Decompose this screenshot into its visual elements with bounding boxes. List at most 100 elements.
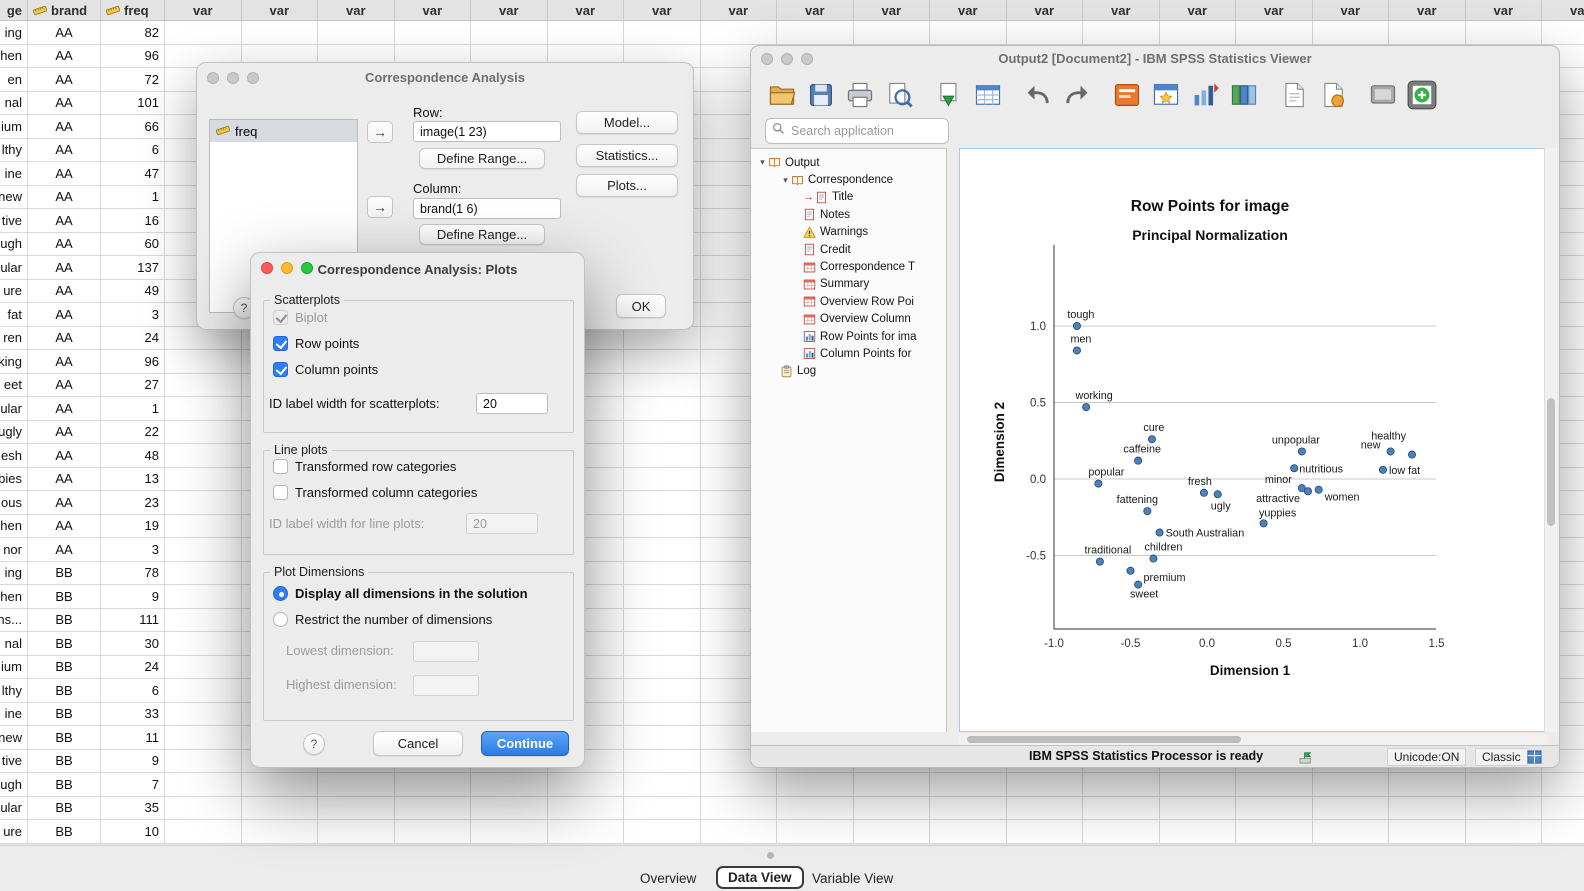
cell-empty[interactable] [1083, 797, 1160, 821]
cell-empty[interactable] [1542, 797, 1584, 821]
cell-image[interactable]: ing [0, 21, 28, 45]
cell-brand[interactable]: AA [28, 256, 101, 280]
cell-empty[interactable] [1236, 773, 1313, 797]
tree-item-summary[interactable]: Summary [751, 276, 946, 293]
cell-freq[interactable]: 60 [101, 233, 165, 257]
output-content-area[interactable]: Row Points for imagePrincipal Normalizat… [959, 148, 1547, 732]
ok-button[interactable]: OK [616, 294, 666, 318]
cell-freq[interactable]: 66 [101, 115, 165, 139]
cell-empty[interactable] [1542, 21, 1584, 45]
cell-empty[interactable] [1542, 820, 1584, 844]
scrollbar-thumb[interactable] [1547, 398, 1555, 526]
list-item-freq[interactable]: freq [210, 120, 357, 142]
cell-empty[interactable] [548, 820, 625, 844]
cell-empty[interactable] [165, 609, 242, 633]
cell-image[interactable]: bies [0, 468, 28, 492]
cell-empty[interactable] [471, 797, 548, 821]
cell-image[interactable]: hen [0, 515, 28, 539]
header-cell-brand[interactable]: brand [28, 0, 101, 21]
cell-freq[interactable]: 9 [101, 585, 165, 609]
cell-brand[interactable]: AA [28, 491, 101, 515]
cell-empty[interactable] [624, 820, 701, 844]
plots-button[interactable]: Plots... [576, 174, 678, 197]
cell-empty[interactable] [318, 773, 395, 797]
header-cell-var[interactable]: var [395, 0, 472, 21]
cell-empty[interactable] [930, 21, 1007, 45]
cell-empty[interactable] [1313, 820, 1390, 844]
cell-empty[interactable] [242, 773, 319, 797]
cell-image[interactable]: ine [0, 162, 28, 186]
cell-empty[interactable] [395, 797, 472, 821]
biplot-checkbox[interactable] [273, 310, 288, 325]
tab-overview[interactable]: Overview [640, 871, 696, 886]
cell-image[interactable]: en [0, 68, 28, 92]
disclosure-triangle-icon[interactable]: ▾ [757, 157, 768, 168]
cell-empty[interactable] [165, 444, 242, 468]
cell-empty[interactable] [777, 797, 854, 821]
cell-empty[interactable] [1389, 21, 1466, 45]
tree-item-row-points-for-ima[interactable]: Row Points for ima [751, 328, 946, 345]
header-cell-var[interactable]: var [1160, 0, 1237, 21]
cell-freq[interactable]: 96 [101, 350, 165, 374]
cell-empty[interactable] [165, 468, 242, 492]
cell-image[interactable]: ugh [0, 773, 28, 797]
header-cell-var[interactable]: var [471, 0, 548, 21]
cell-brand[interactable]: AA [28, 374, 101, 398]
cell-empty[interactable] [624, 21, 701, 45]
undo-icon[interactable] [1023, 80, 1053, 110]
cell-empty[interactable] [777, 21, 854, 45]
cell-empty[interactable] [395, 773, 472, 797]
statistics-button[interactable]: Statistics... [576, 144, 678, 167]
cell-image[interactable]: hen [0, 585, 28, 609]
insert-chart-icon[interactable] [1190, 80, 1220, 110]
cell-empty[interactable] [1083, 820, 1160, 844]
cell-freq[interactable]: 9 [101, 750, 165, 774]
tab-data-view[interactable]: Data View [716, 866, 804, 889]
cell-image[interactable]: nal [0, 92, 28, 116]
cell-image[interactable]: ren [0, 327, 28, 351]
cell-empty[interactable] [471, 21, 548, 45]
cell-empty[interactable] [854, 773, 931, 797]
cell-empty[interactable] [1466, 797, 1543, 821]
cell-empty[interactable] [318, 21, 395, 45]
cell-brand[interactable]: AA [28, 92, 101, 116]
cell-freq[interactable]: 16 [101, 209, 165, 233]
biplot-row[interactable]: Biplot [273, 310, 328, 325]
cell-empty[interactable] [165, 491, 242, 515]
zoom-button[interactable] [247, 72, 259, 84]
cell-freq[interactable]: 22 [101, 421, 165, 445]
cell-empty[interactable] [1313, 797, 1390, 821]
cell-empty[interactable] [165, 679, 242, 703]
minimize-button[interactable] [227, 72, 239, 84]
cell-brand[interactable]: AA [28, 327, 101, 351]
cell-image[interactable]: tive [0, 750, 28, 774]
cell-brand[interactable]: AA [28, 444, 101, 468]
cell-brand[interactable]: AA [28, 115, 101, 139]
transformed-col-checkbox[interactable] [273, 485, 288, 500]
cancel-button[interactable]: Cancel [373, 731, 463, 756]
cell-freq[interactable]: 1 [101, 397, 165, 421]
cell-empty[interactable] [548, 797, 625, 821]
split-drag-handle[interactable] [767, 852, 774, 859]
cell-empty[interactable] [1007, 773, 1084, 797]
cell-brand[interactable]: AA [28, 350, 101, 374]
restrict-row[interactable]: Restrict the number of dimensions [273, 612, 492, 627]
cell-empty[interactable] [624, 726, 701, 750]
cell-freq[interactable]: 33 [101, 703, 165, 727]
tree-item-output[interactable]: ▾Output [751, 154, 946, 171]
cell-image[interactable]: esh [0, 444, 28, 468]
cell-freq[interactable]: 30 [101, 632, 165, 656]
model-button[interactable]: Model... [576, 111, 678, 134]
cell-freq[interactable]: 101 [101, 92, 165, 116]
cell-empty[interactable] [624, 750, 701, 774]
cell-empty[interactable] [242, 820, 319, 844]
cell-empty[interactable] [1236, 21, 1313, 45]
vertical-scrollbar[interactable] [1544, 148, 1557, 732]
tree-item-overview-row-poi[interactable]: Overview Row Poi [751, 293, 946, 310]
cell-brand[interactable]: AA [28, 233, 101, 257]
add-item-icon[interactable] [1407, 80, 1437, 110]
display-all-row[interactable]: Display all dimensions in the solution [273, 586, 528, 601]
cell-brand[interactable]: BB [28, 820, 101, 844]
row-points-row[interactable]: Row points [273, 336, 359, 351]
cell-image[interactable]: ugly [0, 421, 28, 445]
